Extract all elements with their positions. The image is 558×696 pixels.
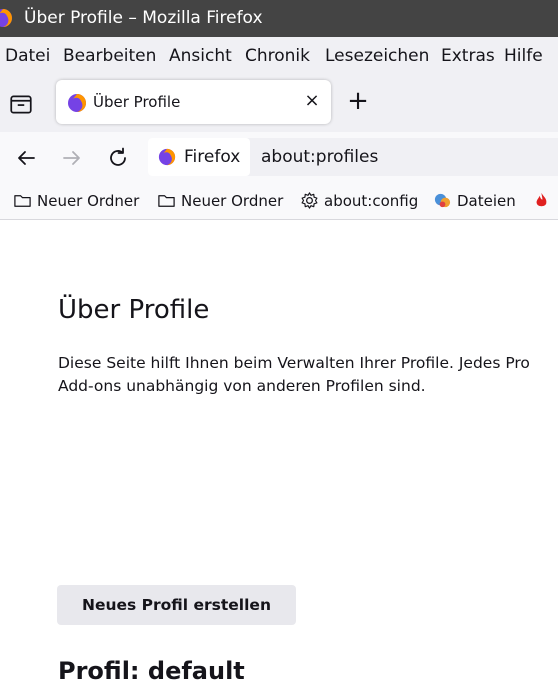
bookmark-folder-1[interactable]: Neuer Ordner bbox=[13, 191, 139, 210]
bookmark-label: about:config bbox=[324, 191, 419, 210]
firefox-favicon-icon bbox=[68, 94, 86, 112]
create-new-profile-button[interactable]: Neues Profil erstellen bbox=[57, 585, 296, 625]
tab-close-icon[interactable]: × bbox=[303, 92, 321, 110]
title-bar: Über Profile – Mozilla Firefox bbox=[0, 0, 558, 37]
page-description: Diese Seite hilft Ihnen beim Verwalten I… bbox=[58, 352, 530, 398]
bookmark-label: Neuer Ordner bbox=[37, 191, 140, 210]
menu-lesezeichen[interactable]: Lesezeichen bbox=[325, 46, 429, 66]
reload-icon[interactable] bbox=[106, 146, 130, 170]
firefox-identity-icon bbox=[158, 148, 176, 166]
description-line-1: Diese Seite hilft Ihnen beim Verwalten I… bbox=[58, 354, 530, 372]
window-title: Über Profile – Mozilla Firefox bbox=[24, 8, 263, 28]
menu-ansicht[interactable]: Ansicht bbox=[169, 46, 232, 66]
page-content: Über Profile Diese Seite hilft Ihnen bei… bbox=[0, 220, 558, 696]
bookmark-dateien[interactable]: Dateien bbox=[433, 191, 516, 210]
back-icon[interactable] bbox=[14, 146, 38, 170]
files-icon bbox=[434, 193, 451, 208]
bookmark-overflow-item[interactable] bbox=[532, 191, 556, 210]
menu-bearbeiten[interactable]: Bearbeiten bbox=[63, 46, 156, 66]
page-title: Über Profile bbox=[58, 295, 210, 325]
bookmarks-toolbar: Neuer Ordner Neuer Ordner about:config D… bbox=[0, 182, 558, 220]
bookmark-about-config[interactable]: about:config bbox=[300, 191, 418, 210]
navigation-bar: Firefox about:profiles bbox=[0, 132, 558, 182]
flame-icon bbox=[536, 192, 547, 207]
bookmark-folder-2[interactable]: Neuer Ordner bbox=[157, 191, 283, 210]
url-text[interactable]: about:profiles bbox=[261, 147, 378, 167]
identity-box[interactable]: Firefox bbox=[148, 138, 250, 176]
gear-icon bbox=[301, 192, 318, 209]
tab-about-profiles[interactable]: Über Profile × bbox=[56, 80, 331, 124]
identity-label: Firefox bbox=[184, 147, 241, 167]
tab-list-icon[interactable] bbox=[8, 91, 34, 117]
forward-icon[interactable] bbox=[60, 146, 84, 170]
profile-heading: Profil: default bbox=[58, 657, 245, 685]
tab-label: Über Profile bbox=[93, 93, 181, 111]
folder-icon bbox=[158, 195, 175, 207]
bookmark-label: Dateien bbox=[457, 191, 516, 210]
menu-bar: Datei Bearbeiten Ansicht Chronik Lesezei… bbox=[0, 37, 558, 75]
bookmark-label: Neuer Ordner bbox=[181, 191, 284, 210]
tab-strip: Über Profile × + bbox=[0, 75, 558, 132]
menu-chronik[interactable]: Chronik bbox=[245, 46, 310, 66]
menu-hilfe[interactable]: Hilfe bbox=[504, 46, 543, 66]
new-tab-button[interactable]: + bbox=[346, 88, 370, 114]
menu-datei[interactable]: Datei bbox=[5, 46, 50, 66]
description-line-2: Add-ons unabhängig von anderen Profilen … bbox=[58, 377, 426, 395]
menu-extras[interactable]: Extras bbox=[441, 46, 495, 66]
firefox-logo-icon bbox=[0, 9, 12, 27]
folder-icon bbox=[14, 195, 31, 207]
